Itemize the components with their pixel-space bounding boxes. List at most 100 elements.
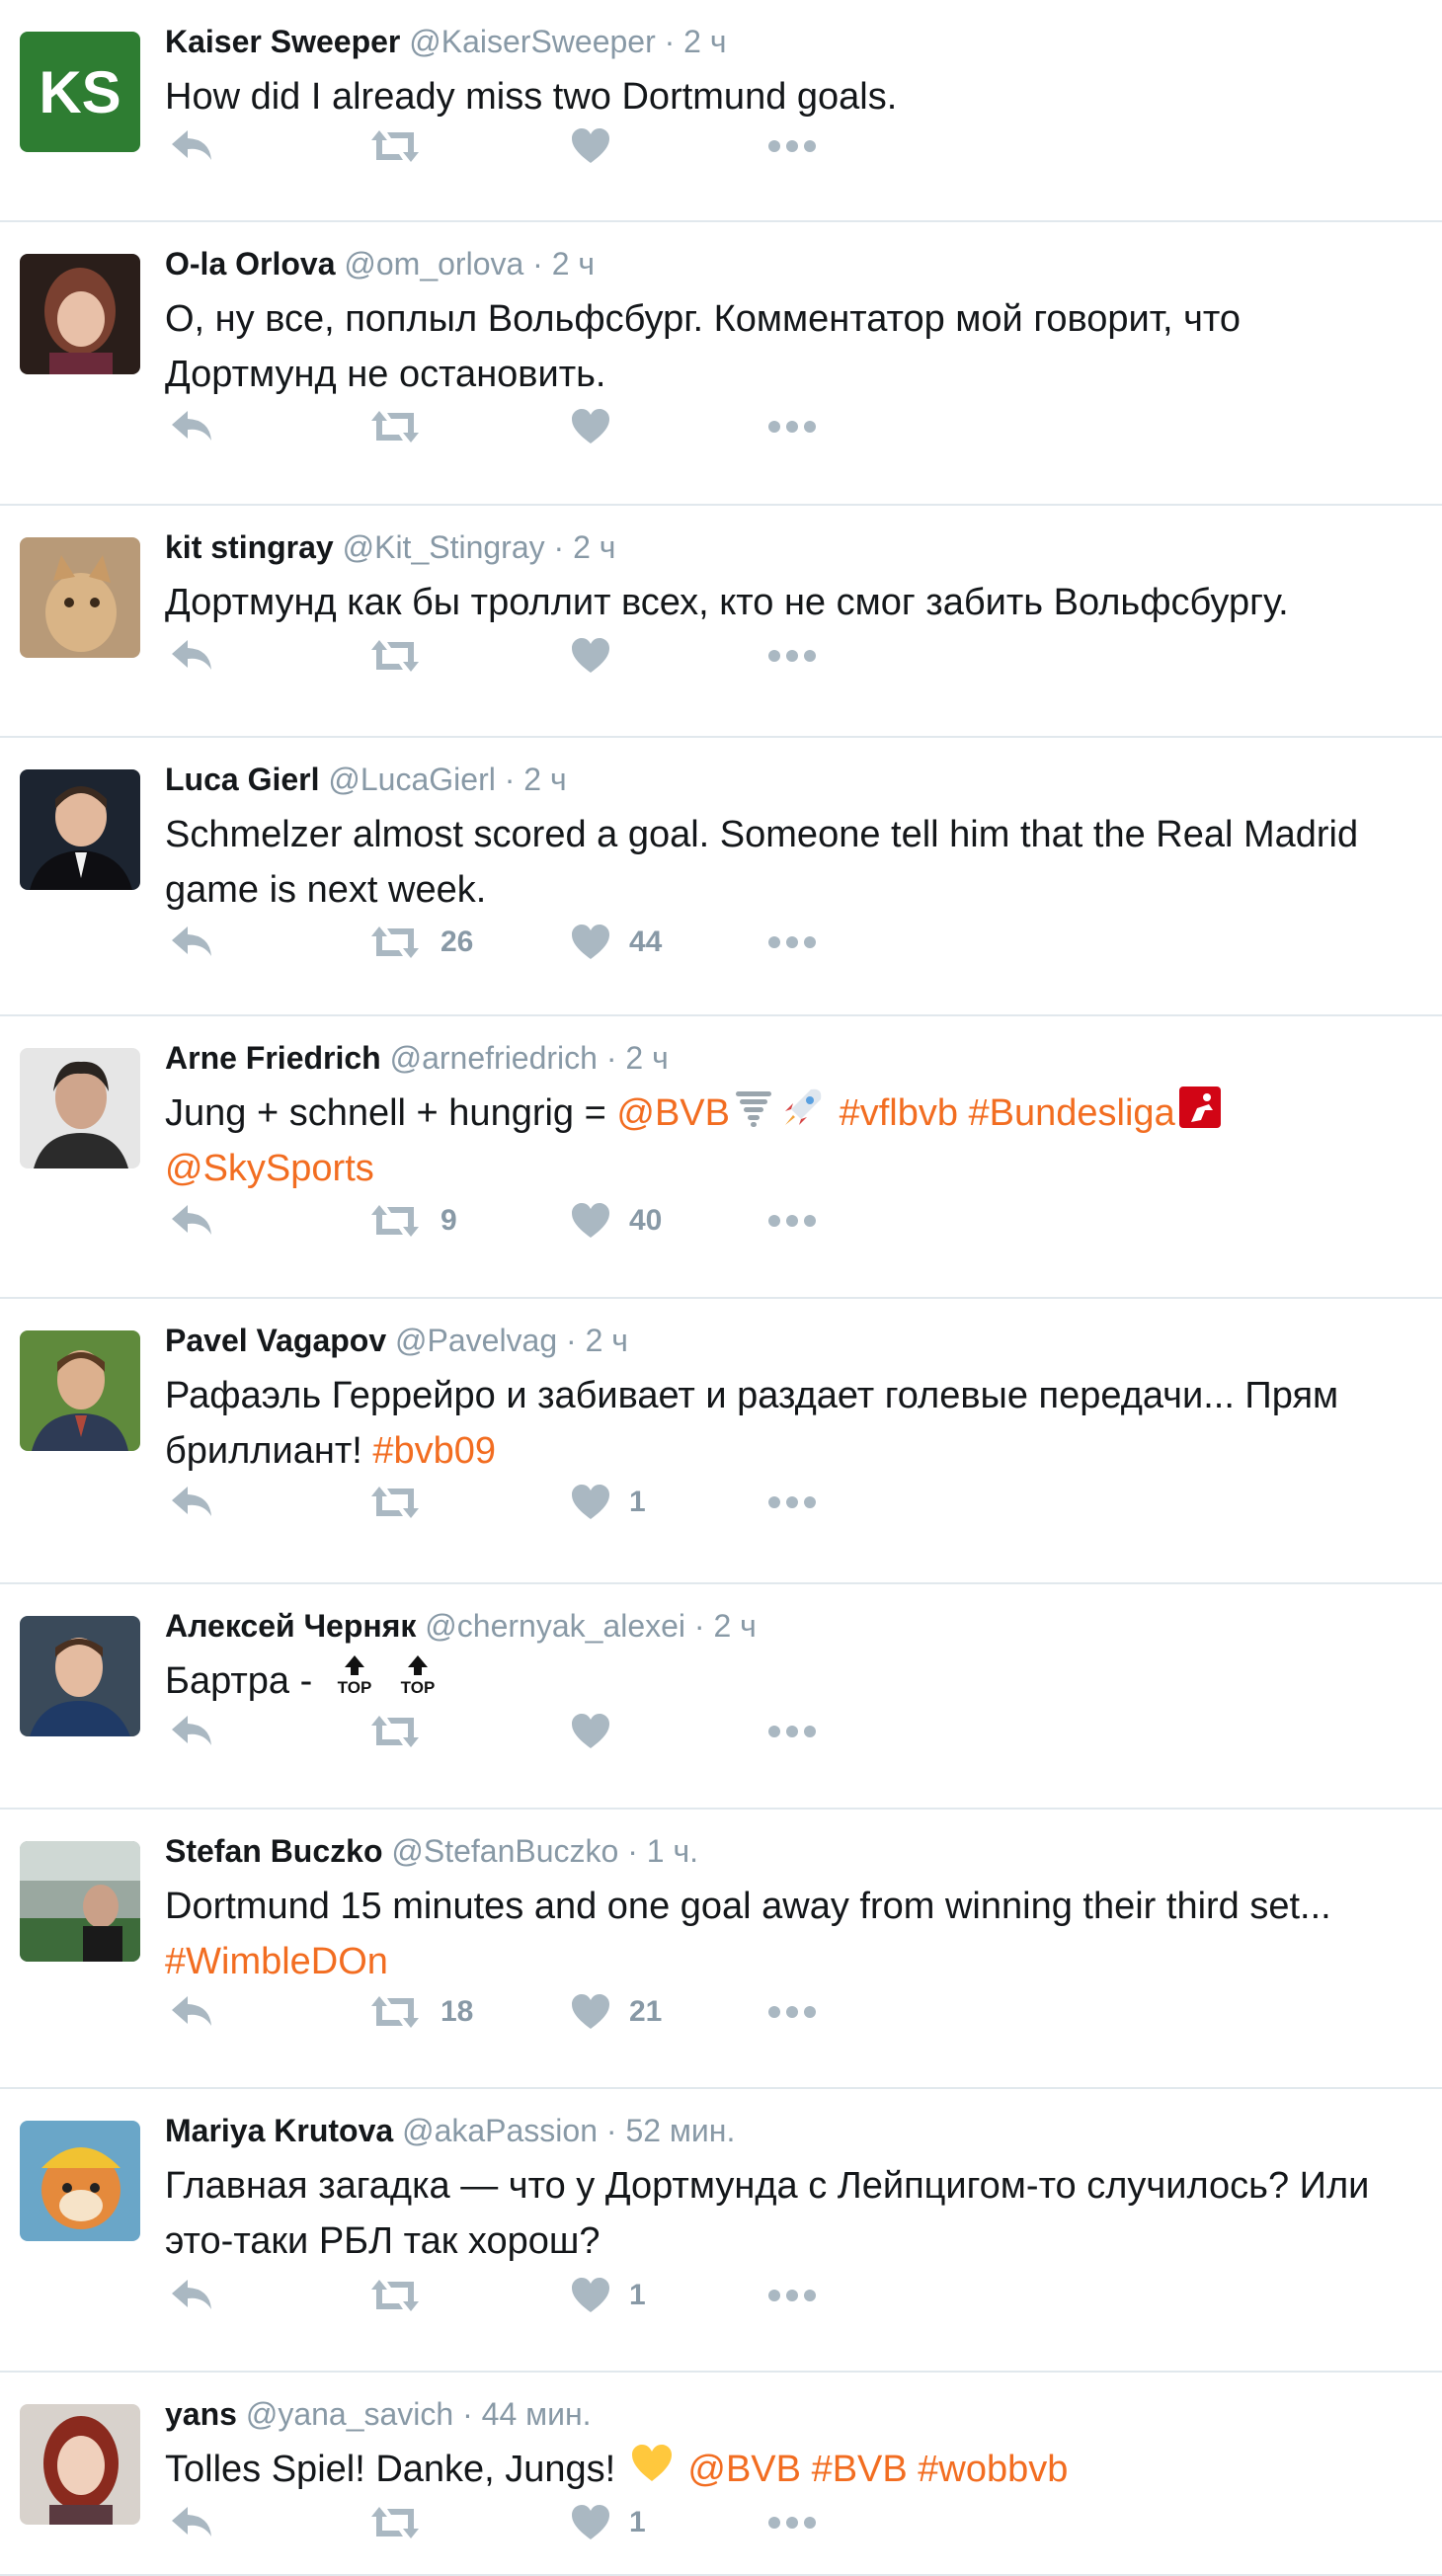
tweet-timestamp[interactable]: 52 мин. <box>625 2113 735 2148</box>
like-button[interactable]: 1 <box>570 2271 646 2320</box>
more-button[interactable] <box>767 121 817 171</box>
header-separator: · <box>605 2113 617 2148</box>
more-button[interactable] <box>767 918 817 967</box>
hashtag-link[interactable]: #Bundesliga <box>969 1092 1175 1134</box>
mention-link[interactable]: @BVB <box>687 2449 801 2490</box>
ks-logo-avatar[interactable]: KS <box>20 32 140 152</box>
tweet-timestamp[interactable]: 2 ч <box>683 24 726 59</box>
retweet-button[interactable]: 26 <box>367 918 473 967</box>
like-button[interactable]: 44 <box>570 918 662 967</box>
tweet-card[interactable]: KS Kaiser Sweeper @KaiserSweeper · 2 ч How… <box>0 0 1442 222</box>
author-handle[interactable]: @yana_savich <box>246 2396 453 2432</box>
author-handle[interactable]: @Kit_Stingray <box>343 529 545 565</box>
author-name[interactable]: yans <box>165 2396 237 2432</box>
reply-button[interactable] <box>170 918 213 967</box>
reply-button[interactable] <box>170 1478 213 1527</box>
retweet-button[interactable] <box>367 631 441 681</box>
author-name[interactable]: Pavel Vagapov <box>165 1323 386 1358</box>
tweet-card[interactable]: Arne Friedrich @arnefriedrich · 2 ч Jung … <box>0 1016 1442 1299</box>
woman-photo-avatar[interactable] <box>20 254 140 374</box>
mention-link[interactable]: @BVB <box>616 1092 730 1134</box>
hashtag-link[interactable]: #wobbvb <box>918 2449 1068 2490</box>
tweet-timestamp[interactable]: 2 ч <box>523 762 566 797</box>
author-handle[interactable]: @chernyak_alexei <box>425 1608 685 1644</box>
author-name[interactable]: Алексей Черняк <box>165 1608 416 1644</box>
more-button[interactable] <box>767 631 817 681</box>
retweet-button[interactable] <box>367 2498 441 2547</box>
author-handle[interactable]: @Pavelvag <box>395 1323 557 1358</box>
hashtag-link[interactable]: #BVB <box>812 2449 908 2490</box>
retweet-button[interactable]: 9 <box>367 1196 457 1246</box>
tweet-card[interactable]: Алексей Черняк @chernyak_alexei · 2 ч Бар… <box>0 1584 1442 1810</box>
author-name[interactable]: Luca Gierl <box>165 762 320 797</box>
like-button[interactable] <box>570 1707 629 1756</box>
hashtag-link[interactable]: #WimbleDOn <box>165 1941 388 1982</box>
reply-button[interactable] <box>170 2498 213 2547</box>
reply-button[interactable] <box>170 1987 213 2037</box>
stadium-photo-avatar[interactable] <box>20 1841 140 1962</box>
retweet-button[interactable] <box>367 121 441 171</box>
author-handle[interactable]: @KaiserSweeper <box>409 24 655 59</box>
tweet-timestamp[interactable]: 2 ч <box>552 246 595 282</box>
tweet-card[interactable]: O-la Orlova @om_orlova · 2 ч О, ну все, п… <box>0 222 1442 506</box>
retweet-button[interactable] <box>367 402 441 451</box>
tweet-timestamp[interactable]: 2 ч <box>625 1040 668 1076</box>
reply-button[interactable] <box>170 1196 213 1246</box>
tweet-card[interactable]: Stefan Buczko @StefanBuczko · 1 ч. Dortmu… <box>0 1810 1442 2089</box>
cat-photo-avatar[interactable] <box>20 537 140 658</box>
tweet-timestamp[interactable]: 1 ч. <box>647 1833 698 1869</box>
author-handle[interactable]: @arnefriedrich <box>390 1040 598 1076</box>
author-name[interactable]: Stefan Buczko <box>165 1833 382 1869</box>
reply-button[interactable] <box>170 121 213 171</box>
woman-red-hair-avatar[interactable] <box>20 2404 140 2525</box>
man-outdoor-avatar[interactable] <box>20 1330 140 1451</box>
tweet-card[interactable]: Mariya Krutova @akaPassion · 52 мин. Глав… <box>0 2089 1442 2373</box>
like-button[interactable] <box>570 121 629 171</box>
author-name[interactable]: Arne Friedrich <box>165 1040 381 1076</box>
reply-button[interactable] <box>170 402 213 451</box>
author-handle[interactable]: @StefanBuczko <box>391 1833 618 1869</box>
reply-button[interactable] <box>170 631 213 681</box>
more-button[interactable] <box>767 1707 817 1756</box>
tweet-card[interactable]: kit stingray @Kit_Stingray · 2 ч Дортмунд… <box>0 506 1442 738</box>
reply-button[interactable] <box>170 2271 213 2320</box>
like-button[interactable] <box>570 631 629 681</box>
more-button[interactable] <box>767 1478 817 1527</box>
tweet-card[interactable]: Luca Gierl @LucaGierl · 2 ч Schmelzer alm… <box>0 738 1442 1016</box>
more-button[interactable] <box>767 1987 817 2037</box>
like-button[interactable]: 1 <box>570 1478 646 1527</box>
retweet-button[interactable]: 18 <box>367 1987 473 2037</box>
mention-link[interactable]: @SkySports <box>165 1148 374 1189</box>
hashtag-link[interactable]: #vflbvb <box>840 1092 958 1134</box>
tweet-timestamp[interactable]: 44 мин. <box>482 2396 592 2432</box>
like-button[interactable] <box>570 402 629 451</box>
like-button[interactable]: 21 <box>570 1987 662 2037</box>
more-button[interactable] <box>767 402 817 451</box>
cartoon-fox-avatar[interactable] <box>20 2121 140 2241</box>
author-handle[interactable]: @LucaGierl <box>328 762 495 797</box>
author-name[interactable]: Mariya Krutova <box>165 2113 393 2148</box>
author-name[interactable]: Kaiser Sweeper <box>165 24 400 59</box>
man-portrait-avatar[interactable] <box>20 1048 140 1168</box>
hashtag-link[interactable]: #bvb09 <box>372 1430 496 1472</box>
tweet-timestamp[interactable]: 2 ч <box>573 529 615 565</box>
tweet-card[interactable]: yans @yana_savich · 44 мин. Tolles Spiel!… <box>0 2373 1442 2576</box>
like-button[interactable]: 1 <box>570 2498 646 2547</box>
like-button[interactable]: 40 <box>570 1196 662 1246</box>
author-name[interactable]: O-la Orlova <box>165 246 336 282</box>
author-name[interactable]: kit stingray <box>165 529 334 565</box>
man-suit-avatar[interactable] <box>20 769 140 890</box>
author-handle[interactable]: @akaPassion <box>402 2113 598 2148</box>
retweet-button[interactable] <box>367 1478 441 1527</box>
author-handle[interactable]: @om_orlova <box>344 246 523 282</box>
more-button[interactable] <box>767 2498 817 2547</box>
tweet-card[interactable]: Pavel Vagapov @Pavelvag · 2 ч Рафаэль Гер… <box>0 1299 1442 1584</box>
tweet-timestamp[interactable]: 2 ч <box>586 1323 628 1358</box>
more-button[interactable] <box>767 2271 817 2320</box>
reply-button[interactable] <box>170 1707 213 1756</box>
retweet-button[interactable] <box>367 2271 441 2320</box>
tweet-timestamp[interactable]: 2 ч <box>713 1608 756 1644</box>
man-event-avatar[interactable] <box>20 1616 140 1736</box>
retweet-button[interactable] <box>367 1707 441 1756</box>
more-button[interactable] <box>767 1196 817 1246</box>
